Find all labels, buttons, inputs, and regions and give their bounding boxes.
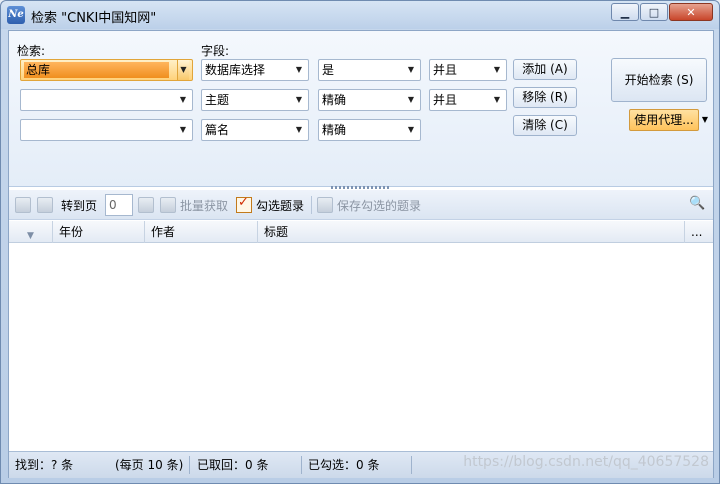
database-select-3[interactable]: ▼ xyxy=(20,119,193,141)
window-title: 检索 "CNKI中国知网" xyxy=(31,11,157,26)
logic-select-value: 并且 xyxy=(433,93,458,107)
select-column-header[interactable]: ▼ xyxy=(9,221,53,243)
select-records-button[interactable]: 勾选题录 xyxy=(236,190,304,220)
app-logo-icon: Ne xyxy=(7,6,25,24)
prev-page-icon xyxy=(37,197,53,213)
field-select-value: 数据库选择 xyxy=(205,63,266,77)
use-proxy-button[interactable]: 使用代理... xyxy=(629,109,699,131)
match-select-3[interactable]: 精确 ▼ xyxy=(318,119,421,141)
close-button[interactable]: ✕ xyxy=(669,3,713,21)
results-toolbar: 转到页 0 批量获取 勾选题录 保存勾选的题录 🔍 xyxy=(9,190,713,220)
chevron-down-icon: ▼ xyxy=(295,65,303,74)
title-bar[interactable]: Ne 检索 "CNKI中国知网" ▁ □ ✕ xyxy=(1,1,719,29)
select-records-label: 勾选题录 xyxy=(256,198,305,213)
first-page-button[interactable] xyxy=(15,190,31,220)
clear-button[interactable]: 清除 (C) xyxy=(513,115,577,136)
app-window: Ne 检索 "CNKI中国知网" ▁ □ ✕ 检索: 字段: 总库 ▼ 数据库选… xyxy=(0,0,720,484)
minimize-icon: ▁ xyxy=(620,5,630,19)
column-author[interactable]: 作者 xyxy=(145,221,258,243)
column-year[interactable]: 年份 xyxy=(53,221,145,243)
database-select-value: 总库 xyxy=(24,62,169,78)
goto-page-button[interactable] xyxy=(138,190,154,220)
prev-page-button[interactable] xyxy=(37,190,53,220)
chevron-down-icon: ▼ xyxy=(493,95,501,104)
goto-page-label: 转到页 xyxy=(61,190,97,220)
status-selected: 已勾选：0 条 xyxy=(308,458,380,472)
goto-page-text: 转到页 xyxy=(61,198,98,213)
field-select-value: 篇名 xyxy=(205,123,230,137)
page-number-input[interactable]: 0 xyxy=(105,194,133,216)
field-select-3[interactable]: 篇名 ▼ xyxy=(201,119,309,141)
close-icon: ✕ xyxy=(686,5,696,19)
field-select-2[interactable]: 主题 ▼ xyxy=(201,89,309,111)
find-icon[interactable]: 🔍 xyxy=(689,196,707,214)
database-select-2[interactable]: ▼ xyxy=(20,89,193,111)
database-select-1[interactable]: 总库 ▼ xyxy=(20,59,193,81)
first-page-icon xyxy=(15,197,31,213)
save-selected-label: 保存勾选的题录 xyxy=(337,198,422,213)
match-select-2[interactable]: 精确 ▼ xyxy=(318,89,421,111)
column-chooser-button[interactable]: ... xyxy=(685,221,713,243)
status-divider xyxy=(301,456,302,474)
results-grid-body[interactable] xyxy=(9,244,713,451)
batch-fetch-button[interactable]: 批量获取 xyxy=(160,190,228,220)
add-button[interactable]: 添加 (A) xyxy=(513,59,577,80)
match-select-value: 精确 xyxy=(322,123,347,137)
save-icon xyxy=(317,197,333,213)
column-title[interactable]: 标题 xyxy=(258,221,685,243)
batch-fetch-label: 批量获取 xyxy=(180,198,229,213)
remove-button[interactable]: 移除 (R) xyxy=(513,87,577,108)
chevron-down-icon: ▼ xyxy=(295,125,303,134)
client-area: 检索: 字段: 总库 ▼ 数据库选择 ▼ 是 ▼ 并且 ▼ ▼ 主题 ▼ 精确 … xyxy=(8,30,714,478)
field-select-1[interactable]: 数据库选择 ▼ xyxy=(201,59,309,81)
chevron-down-icon: ▼ xyxy=(407,65,415,74)
checkbox-icon xyxy=(236,195,252,213)
watermark-text: https://blog.csdn.net/qq_40657528 xyxy=(463,454,709,470)
toolbar-divider xyxy=(311,196,312,214)
match-select-1[interactable]: 是 ▼ xyxy=(318,59,421,81)
search-label: 检索: xyxy=(17,44,46,58)
chevron-down-icon: ▼ xyxy=(407,125,415,134)
logic-select-2[interactable]: 并且 ▼ xyxy=(429,89,507,111)
results-grid-header: ▼ 年份 作者 标题 ... xyxy=(9,221,713,243)
match-select-value: 是 xyxy=(322,63,335,77)
logic-select-1[interactable]: 并且 ▼ xyxy=(429,59,507,81)
chevron-down-icon: ▼ xyxy=(493,65,501,74)
status-found: 找到：? 条 xyxy=(15,458,74,472)
field-select-value: 主题 xyxy=(205,93,230,107)
maximize-icon: □ xyxy=(648,5,660,19)
chevron-down-icon: ▼ xyxy=(407,95,415,104)
status-per-page: (每页 10 条) xyxy=(115,458,184,472)
status-divider xyxy=(189,456,190,474)
chevron-down-icon: ▼ xyxy=(179,95,187,104)
proxy-dropdown-icon[interactable]: ▼ xyxy=(700,109,710,131)
status-bar: 找到：? 条 (每页 10 条) 已取回：0 条 已勾选：0 条 https:/… xyxy=(9,451,713,478)
search-panel: 检索: 字段: 总库 ▼ 数据库选择 ▼ 是 ▼ 并且 ▼ ▼ 主题 ▼ 精确 … xyxy=(9,31,713,189)
minimize-button[interactable]: ▁ xyxy=(611,3,639,21)
splitter-grip[interactable] xyxy=(331,186,391,189)
page-input-wrap: 0 xyxy=(99,190,133,220)
start-search-button[interactable]: 开始检索 (S) xyxy=(611,58,707,102)
chevron-down-icon: ▼ xyxy=(179,125,187,134)
status-fetched: 已取回：0 条 xyxy=(197,458,269,472)
field-label: 字段: xyxy=(201,44,230,58)
logic-select-value: 并且 xyxy=(433,63,458,77)
save-selected-button[interactable]: 保存勾选的题录 xyxy=(317,190,421,220)
batch-fetch-icon xyxy=(160,197,176,213)
status-divider xyxy=(411,456,412,474)
chevron-down-icon: ▼ xyxy=(295,95,303,104)
match-select-value: 精确 xyxy=(322,93,347,107)
chevron-down-icon: ▼ xyxy=(177,60,189,80)
maximize-button[interactable]: □ xyxy=(640,3,668,21)
goto-page-icon xyxy=(138,197,154,213)
